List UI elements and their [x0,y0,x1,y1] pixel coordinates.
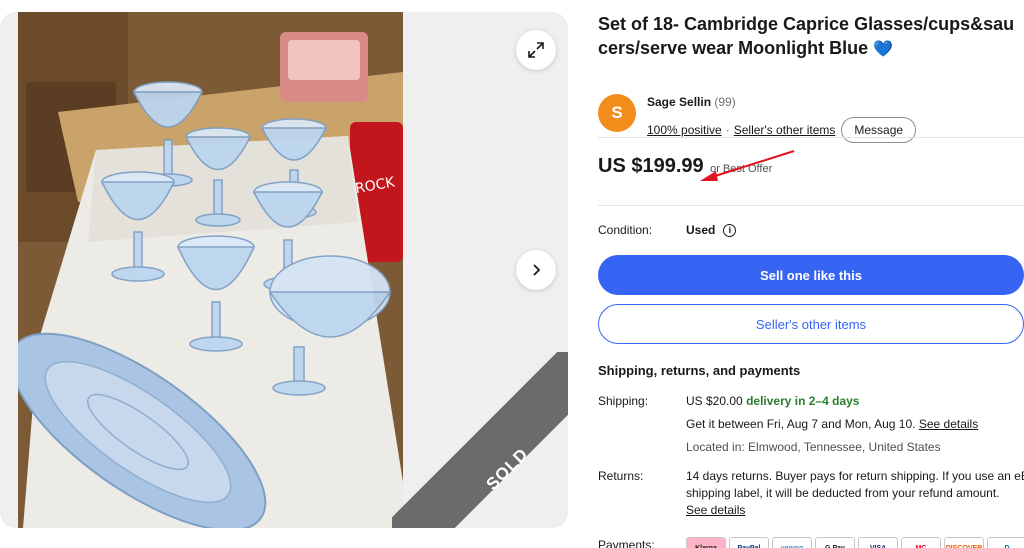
returns-value: 14 days returns. Buyer pays for return s… [686,468,1024,519]
seller-other-items-link[interactable]: Seller's other items [734,123,836,137]
sold-label: SOLD [482,444,533,494]
discover-icon: DISCOVER [944,537,984,548]
returns-see-details-link[interactable]: See details [686,502,1024,519]
seller-links: 100% positive · Seller's other items Mes… [647,117,917,143]
sell-one-like-this-button[interactable]: Sell one like this [598,255,1024,295]
google-pay-icon: G Pay [815,537,855,548]
price-amount: US $199.99 [598,155,704,177]
shipping-heading: Shipping, returns, and payments [598,363,801,378]
visa-icon: VISA [858,537,898,548]
shipping-value: US $20.00 delivery in 2–4 days Get it be… [686,393,1024,456]
listing-details: Set of 18- Cambridge Caprice Glasses/cup… [598,12,1024,548]
shipping-cost: US $20.00 [686,394,743,408]
seller-name-row: Sage Sellin (99) [647,95,736,109]
venmo-icon: venmo [772,537,812,548]
separator-dot: · [725,123,730,137]
payments-label: Payments: [598,538,655,548]
delivery-estimate: delivery in 2–4 days [746,394,860,408]
info-icon[interactable]: i [723,223,737,237]
listing-title: Set of 18- Cambridge Caprice Glasses/cup… [598,12,1024,62]
returns-text-line1: 14 days returns. Buyer pays for return s… [686,469,1024,483]
product-photo-image: ROCK [18,12,403,528]
chevron-right-icon [533,264,541,276]
paypal-icon: PayPal [729,537,769,548]
delivery-window: Get it between Fri, Aug 7 and Mon, Aug 1… [686,417,916,431]
sold-ribbon: SOLD [392,352,568,528]
divider [598,137,1024,138]
returns-label: Returns: [598,469,644,483]
item-location: Located in: Elmwood, Tennessee, United S… [686,440,941,454]
seller-card: S Sage Sellin (99) 100% positive · Selle… [598,84,1024,143]
expand-arrows-icon [528,42,544,58]
mastercard-icon: MC [901,537,941,548]
product-photo[interactable]: ROCK [18,12,403,528]
klarna-icon: Klarna [686,537,726,548]
message-button[interactable]: Message [841,117,917,143]
divider [598,205,1024,206]
annotation-arrow-icon [700,150,795,181]
sellers-other-items-button[interactable]: Seller's other items [598,304,1024,344]
price-row: US $199.99 or Best Offer [598,150,1024,181]
condition-label: Condition: [598,223,653,237]
shipping-label: Shipping: [598,394,649,408]
next-image-button[interactable] [516,250,556,290]
seller-feedback-score: (99) [714,95,736,109]
condition-row: Condition: Used i [598,223,1024,237]
shipping-see-details-link[interactable]: See details [919,417,978,431]
seller-positive-link[interactable]: 100% positive [647,123,722,137]
blue-heart-icon: 💙 [873,41,894,58]
diners-icon: D [987,537,1024,548]
condition-value: Used [686,223,716,237]
expand-image-button[interactable] [516,30,556,70]
listing-title-text: Set of 18- Cambridge Caprice Glasses/cup… [598,14,1015,58]
returns-text-line2: shipping label, it will be deducted from… [686,486,1000,500]
image-gallery: ROCK SOLD [0,12,568,528]
seller-avatar[interactable]: S [598,94,636,132]
seller-name[interactable]: Sage Sellin [647,95,711,109]
payment-methods: Klarna PayPal venmo G Pay VISA MC DISCOV… [686,537,1024,548]
